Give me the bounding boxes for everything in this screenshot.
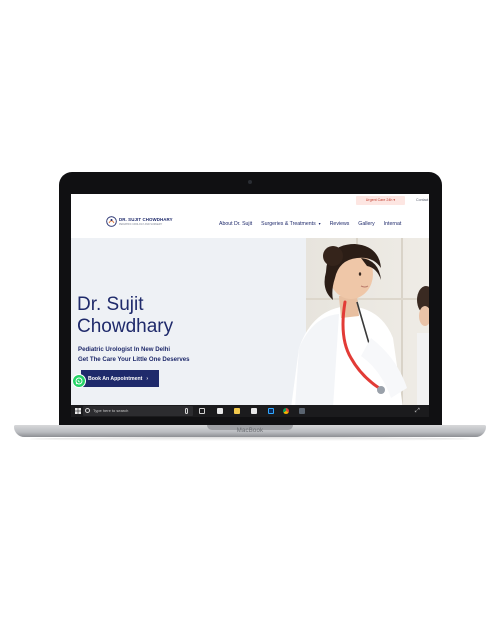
windows-taskbar: Type here to search ⤢ [71, 405, 429, 417]
nav-item-surgeries[interactable]: Surgeries & Treatments ▾ [261, 219, 321, 229]
whatsapp-icon [75, 377, 83, 385]
laptop-mockup: Urgent Care 24h ▾ Contact DR. SUJIT CHOW… [0, 0, 500, 625]
chrome-icon[interactable] [283, 408, 289, 414]
main-nav: About Dr. Sujit Surgeries & Treatments ▾… [219, 219, 410, 229]
site-header: DR. SUJIT CHOWDHARY PEDIATRIC UROLOGY AN… [71, 206, 429, 238]
store-icon[interactable] [251, 408, 257, 414]
nav-item-label: Gallery [358, 221, 375, 227]
edge-icon[interactable] [217, 408, 223, 414]
hero-title-line: Chowdhary [77, 316, 174, 337]
windows-start-icon[interactable] [75, 408, 81, 414]
hero-section: Dr. Sujit Chowdhary Pediatric Urologist … [71, 238, 429, 408]
hero-title-line: Dr. Sujit [77, 294, 144, 315]
hero-title: Dr. Sujit Chowdhary [77, 294, 173, 338]
nav-item-label: Internat [383, 221, 402, 227]
chevron-right-icon: › [146, 375, 149, 382]
device-brand-label: MacBook [236, 428, 264, 434]
laptop-screen: Urgent Care 24h ▾ Contact DR. SUJIT CHOW… [71, 194, 429, 417]
site-logo[interactable]: DR. SUJIT CHOWDHARY PEDIATRIC UROLOGY AN… [106, 215, 173, 229]
whatsapp-button[interactable] [72, 374, 86, 388]
logo-name: DR. SUJIT CHOWDHARY [119, 217, 173, 222]
logo-tagline: PEDIATRIC UROLOGY AND SURGERY [119, 223, 163, 226]
doctor-hero-image [291, 244, 429, 408]
laptop-shadow [30, 437, 470, 441]
urgent-care-button[interactable]: Urgent Care 24h ▾ [356, 196, 405, 205]
hero-subtitle: Pediatric Urologist In New Delhi Get The… [78, 345, 190, 364]
hero-subtitle-line: Pediatric Urologist In New Delhi [78, 346, 171, 353]
nav-item-international[interactable]: Internat [384, 219, 402, 229]
top-utility-bar: Urgent Care 24h ▾ Contact [71, 194, 429, 206]
logo-mark-icon [106, 216, 117, 227]
nav-item-label: About Dr. Sujit [219, 221, 253, 227]
book-appointment-button[interactable]: Book An Appointment › [81, 370, 159, 387]
webcam [248, 180, 252, 184]
file-explorer-icon[interactable] [234, 408, 240, 414]
book-appointment-label: Book An Appointment [88, 375, 143, 382]
search-icon [85, 408, 90, 413]
hero-subtitle-line: Get The Care Your Little One Deserves [78, 355, 190, 363]
taskbar-search-placeholder: Type here to search [93, 408, 129, 413]
nav-item-reviews[interactable]: Reviews [330, 219, 350, 229]
nav-item-about[interactable]: About Dr. Sujit [219, 219, 252, 229]
photoshop-icon[interactable] [268, 408, 274, 414]
nav-item-gallery[interactable]: Gallery [358, 219, 374, 229]
nav-item-label: Reviews [329, 221, 350, 227]
nav-item-label: Surgeries & Treatments [261, 221, 316, 227]
chevron-down-icon: ▾ [318, 221, 321, 226]
chevron-down-icon: ▾ [393, 198, 396, 202]
contact-link[interactable]: Contact [416, 196, 428, 205]
urgent-care-label: Urgent Care 24h [365, 198, 393, 202]
app-icon[interactable] [299, 408, 305, 414]
microphone-icon[interactable] [185, 408, 188, 414]
expand-icon[interactable]: ⤢ [415, 407, 420, 415]
task-view-icon[interactable] [199, 408, 205, 414]
